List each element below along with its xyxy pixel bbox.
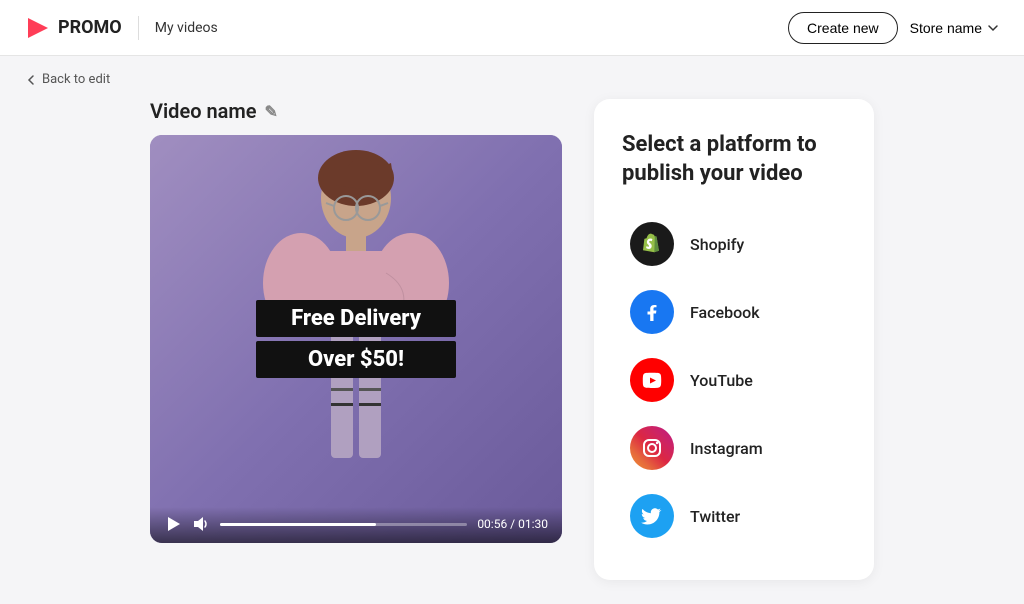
overlay-line1: Free Delivery — [256, 300, 456, 337]
nav-divider — [138, 16, 139, 40]
video-section: Video name ✎ — [150, 99, 562, 543]
chevron-down-icon — [986, 21, 1000, 35]
shopify-label: Shopify — [690, 235, 744, 254]
progress-bar[interactable] — [220, 523, 467, 526]
video-title-row: Video name ✎ — [150, 99, 562, 123]
back-bar: Back to edit — [0, 56, 1024, 87]
main-content: Video name ✎ — [0, 87, 1024, 604]
twitter-icon — [630, 494, 674, 538]
instagram-logo — [639, 435, 665, 461]
facebook-label: Facebook — [690, 303, 760, 322]
youtube-icon — [630, 358, 674, 402]
store-button[interactable]: Store name — [910, 20, 1000, 36]
video-player: Free Delivery Over $50! — [150, 135, 562, 543]
logo: PROMO — [24, 14, 122, 42]
platform-item-instagram[interactable]: Instagram — [622, 416, 846, 480]
youtube-label: YouTube — [690, 371, 753, 390]
shopify-icon — [630, 222, 674, 266]
video-controls: 00:56 / 01:30 — [150, 507, 562, 543]
play-icon — [164, 515, 182, 533]
facebook-logo — [639, 299, 665, 325]
chevron-left-icon — [24, 73, 38, 87]
edit-title-icon[interactable]: ✎ — [265, 102, 278, 121]
video-title-text: Video name — [150, 99, 257, 123]
platform-item-facebook[interactable]: Facebook — [622, 280, 846, 344]
play-button[interactable] — [164, 515, 182, 533]
facebook-icon — [630, 290, 674, 334]
shopify-logo — [639, 231, 665, 257]
twitter-logo — [639, 503, 665, 529]
video-background: Free Delivery Over $50! — [150, 135, 562, 543]
panel-title: Select a platform to publish your video — [622, 131, 846, 188]
nav-my-videos[interactable]: My videos — [155, 20, 218, 36]
overlay-line2: Over $50! — [256, 341, 456, 378]
video-overlay: Free Delivery Over $50! — [256, 300, 456, 378]
progress-fill — [220, 523, 376, 526]
back-to-edit-link[interactable]: Back to edit — [24, 72, 1000, 87]
create-new-button[interactable]: Create new — [788, 12, 898, 44]
youtube-logo — [639, 367, 665, 393]
time-display: 00:56 / 01:30 — [477, 517, 548, 531]
header-right: Create new Store name — [788, 12, 1000, 44]
volume-icon — [192, 515, 210, 533]
platform-item-twitter[interactable]: Twitter — [622, 484, 846, 548]
platform-item-youtube[interactable]: YouTube — [622, 348, 846, 412]
platform-item-shopify[interactable]: Shopify — [622, 212, 846, 276]
instagram-label: Instagram — [690, 439, 763, 458]
twitter-label: Twitter — [690, 507, 740, 526]
platform-panel: Select a platform to publish your video … — [594, 99, 874, 580]
logo-icon — [24, 14, 52, 42]
platform-list: Shopify Facebook YouTube — [622, 212, 846, 548]
instagram-icon — [630, 426, 674, 470]
header: PROMO My videos Create new Store name — [0, 0, 1024, 56]
header-left: PROMO My videos — [24, 14, 218, 42]
logo-text: PROMO — [58, 17, 122, 38]
volume-button[interactable] — [192, 515, 210, 533]
